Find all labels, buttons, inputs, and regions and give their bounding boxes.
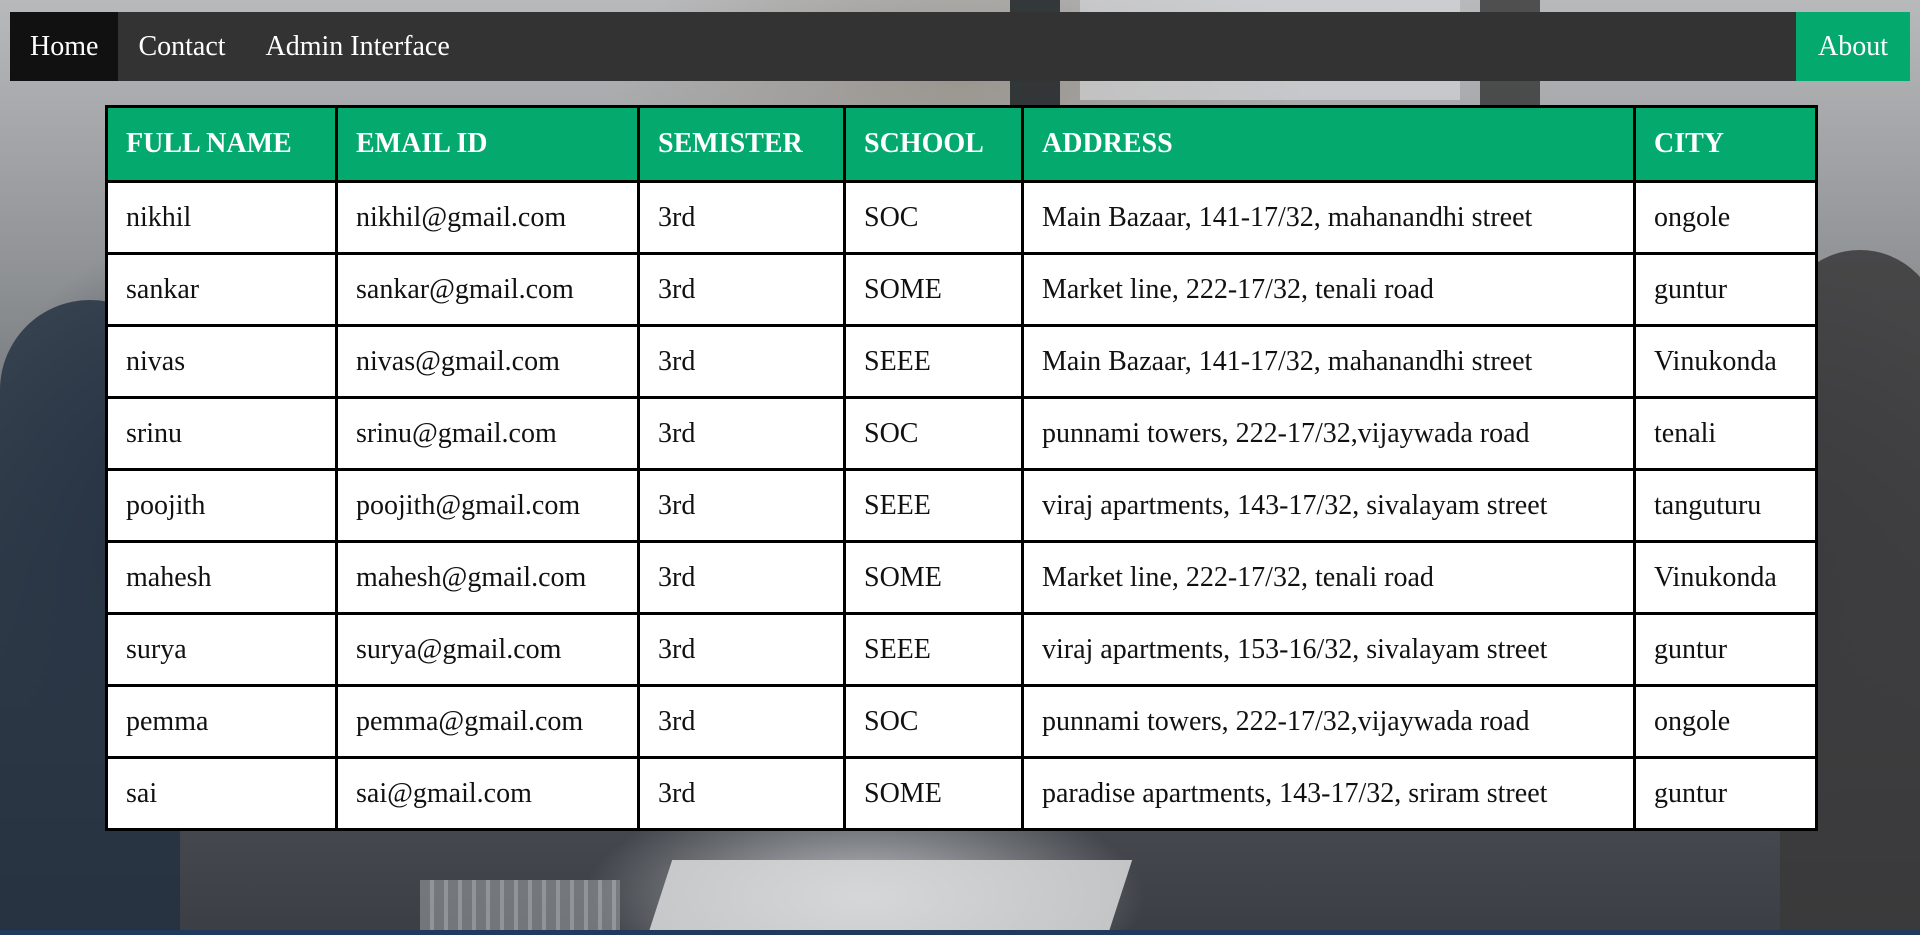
cell-city: ongole	[1633, 684, 1818, 759]
cell-email: surya@gmail.com	[335, 612, 640, 687]
cell-semister: 3rd	[637, 684, 846, 759]
background-laptop	[647, 860, 1133, 935]
header-semister: SEMISTER	[637, 105, 846, 183]
cell-school: SOC	[843, 180, 1024, 255]
cell-email: nivas@gmail.com	[335, 324, 640, 399]
cell-semister: 3rd	[637, 396, 846, 471]
cell-address: Market line, 222-17/32, tenali road	[1021, 252, 1636, 327]
cell-email: pemma@gmail.com	[335, 684, 640, 759]
cell-email: sai@gmail.com	[335, 756, 640, 831]
cell-address: Main Bazaar, 141-17/32, mahanandhi stree…	[1021, 324, 1636, 399]
nav-home-link[interactable]: Home	[10, 12, 119, 81]
table-row: pemma pemma@gmail.com 3rd SOC punnami to…	[105, 684, 1818, 759]
nav-about-link[interactable]: About	[1796, 12, 1910, 81]
table-row: sankar sankar@gmail.com 3rd SOME Market …	[105, 252, 1818, 327]
cell-semister: 3rd	[637, 756, 846, 831]
header-address: ADDRESS	[1021, 105, 1636, 183]
cell-semister: 3rd	[637, 540, 846, 615]
cell-school: SEEE	[843, 468, 1024, 543]
cell-city: tenali	[1633, 396, 1818, 471]
cell-email: poojith@gmail.com	[335, 468, 640, 543]
cell-city: ongole	[1633, 180, 1818, 255]
table-row: poojith poojith@gmail.com 3rd SEEE viraj…	[105, 468, 1818, 543]
cell-semister: 3rd	[637, 252, 846, 327]
header-email-id: EMAIL ID	[335, 105, 640, 183]
table-header-row: FULL NAME EMAIL ID SEMISTER SCHOOL ADDRE…	[105, 105, 1818, 183]
cell-full-name: poojith	[105, 468, 338, 543]
cell-full-name: mahesh	[105, 540, 338, 615]
nav-admin-interface-link[interactable]: Admin Interface	[246, 12, 470, 81]
table-row: sai sai@gmail.com 3rd SOME paradise apar…	[105, 756, 1818, 831]
cell-full-name: pemma	[105, 684, 338, 759]
cell-address: Main Bazaar, 141-17/32, mahanandhi stree…	[1021, 180, 1636, 255]
table-row: nikhil nikhil@gmail.com 3rd SOC Main Baz…	[105, 180, 1818, 255]
cell-school: SOME	[843, 756, 1024, 831]
cell-semister: 3rd	[637, 468, 846, 543]
cell-full-name: sankar	[105, 252, 338, 327]
cell-email: sankar@gmail.com	[335, 252, 640, 327]
header-full-name: FULL NAME	[105, 105, 338, 183]
cell-email: srinu@gmail.com	[335, 396, 640, 471]
students-table-container: FULL NAME EMAIL ID SEMISTER SCHOOL ADDRE…	[105, 105, 1818, 831]
cell-full-name: nivas	[105, 324, 338, 399]
nav-contact-link[interactable]: Contact	[118, 12, 245, 81]
cell-full-name: srinu	[105, 396, 338, 471]
table-row: mahesh mahesh@gmail.com 3rd SOME Market …	[105, 540, 1818, 615]
cell-city: Vinukonda	[1633, 540, 1818, 615]
cell-full-name: nikhil	[105, 180, 338, 255]
cell-city: guntur	[1633, 252, 1818, 327]
cell-city: tanguturu	[1633, 468, 1818, 543]
table-row: srinu srinu@gmail.com 3rd SOC punnami to…	[105, 396, 1818, 471]
cell-address: viraj apartments, 153-16/32, sivalayam s…	[1021, 612, 1636, 687]
header-city: CITY	[1633, 105, 1818, 183]
table-row: nivas nivas@gmail.com 3rd SEEE Main Baza…	[105, 324, 1818, 399]
cell-school: SOME	[843, 540, 1024, 615]
cell-semister: 3rd	[637, 180, 846, 255]
cell-city: guntur	[1633, 612, 1818, 687]
cell-address: punnami towers, 222-17/32,vijaywada road	[1021, 684, 1636, 759]
cell-school: SOC	[843, 684, 1024, 759]
cell-semister: 3rd	[637, 324, 846, 399]
cell-school: SEEE	[843, 612, 1024, 687]
cell-semister: 3rd	[637, 612, 846, 687]
table-row: surya surya@gmail.com 3rd SEEE viraj apa…	[105, 612, 1818, 687]
cell-city: Vinukonda	[1633, 324, 1818, 399]
cell-email: nikhil@gmail.com	[335, 180, 640, 255]
top-navbar: Home Contact Admin Interface About	[10, 12, 1910, 81]
background-strip	[0, 930, 1920, 935]
cell-full-name: surya	[105, 612, 338, 687]
background-keyboard	[420, 880, 620, 935]
cell-email: mahesh@gmail.com	[335, 540, 640, 615]
students-table: FULL NAME EMAIL ID SEMISTER SCHOOL ADDRE…	[105, 105, 1818, 831]
cell-school: SOME	[843, 252, 1024, 327]
cell-school: SEEE	[843, 324, 1024, 399]
cell-school: SOC	[843, 396, 1024, 471]
cell-address: paradise apartments, 143-17/32, sriram s…	[1021, 756, 1636, 831]
cell-city: guntur	[1633, 756, 1818, 831]
cell-full-name: sai	[105, 756, 338, 831]
cell-address: Market line, 222-17/32, tenali road	[1021, 540, 1636, 615]
cell-address: viraj apartments, 143-17/32, sivalayam s…	[1021, 468, 1636, 543]
header-school: SCHOOL	[843, 105, 1024, 183]
cell-address: punnami towers, 222-17/32,vijaywada road	[1021, 396, 1636, 471]
